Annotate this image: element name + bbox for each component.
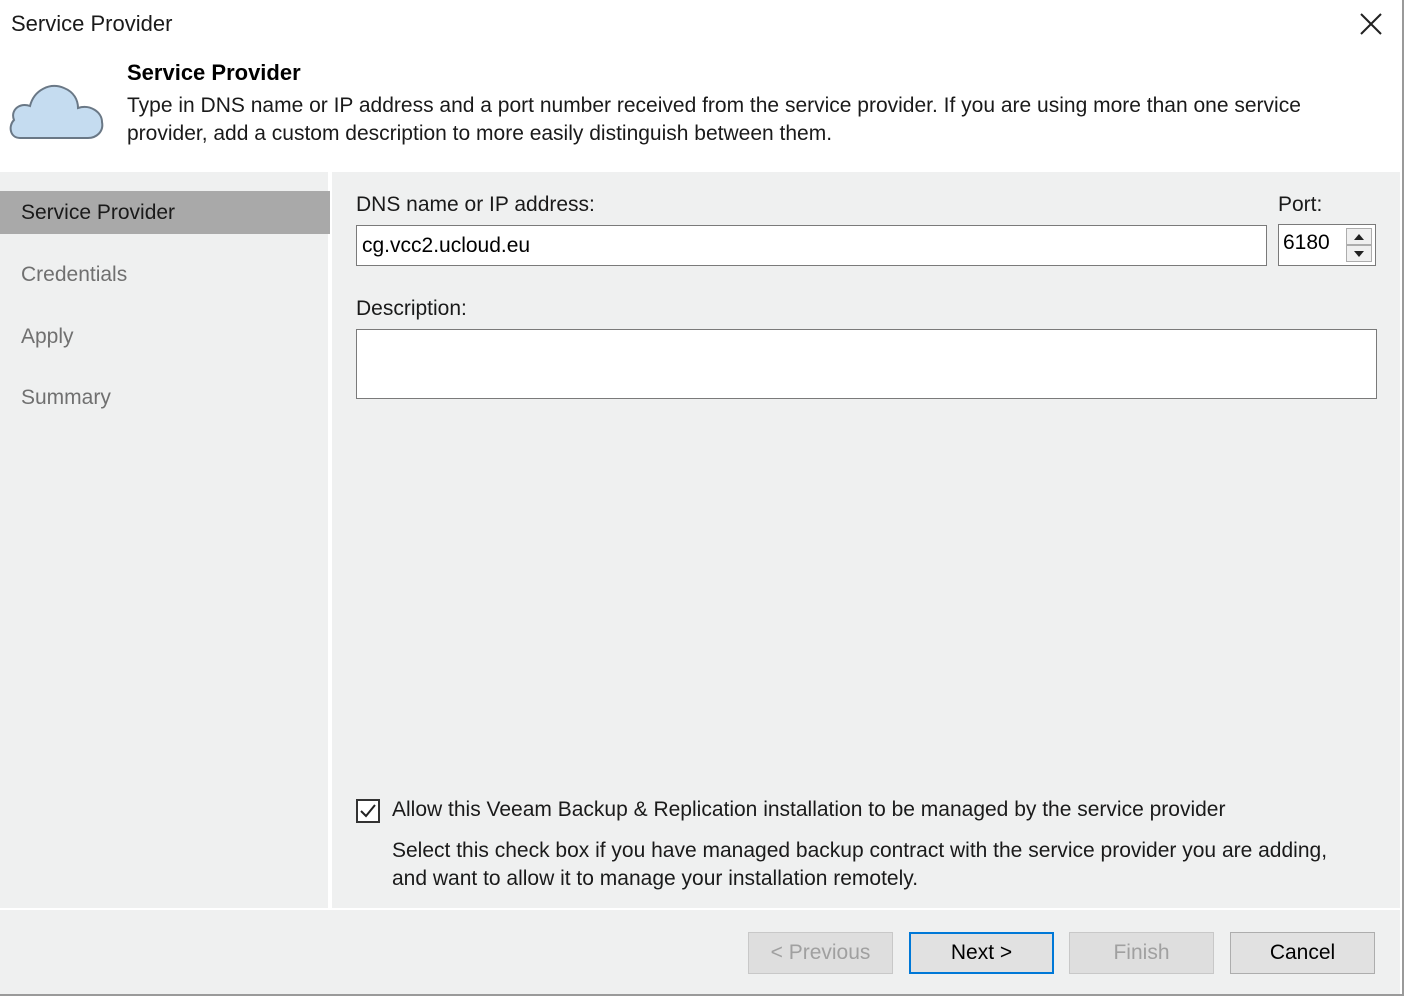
port-stepper-buttons xyxy=(1346,228,1372,262)
dns-label: DNS name or IP address: xyxy=(356,193,595,216)
close-button[interactable] xyxy=(1346,4,1396,44)
port-stepper[interactable]: 6180 xyxy=(1278,224,1376,266)
managed-help-text: Select this check box if you have manage… xyxy=(392,839,1328,890)
step-credentials[interactable]: Credentials xyxy=(0,253,330,296)
port-decrement-button[interactable] xyxy=(1346,245,1372,262)
wizard-header: Service Provider Type in DNS name or IP … xyxy=(0,48,1400,172)
checkmark-icon xyxy=(360,804,376,818)
window-title: Service Provider xyxy=(11,11,173,36)
port-increment-button[interactable] xyxy=(1346,228,1372,245)
dns-input[interactable] xyxy=(356,225,1267,266)
managed-checkbox[interactable] xyxy=(356,799,380,823)
title-bar: Service Provider xyxy=(0,0,1400,48)
next-button[interactable]: Next > xyxy=(909,932,1054,974)
service-provider-dialog: Service Provider Service Provider Type i… xyxy=(0,0,1404,996)
arrow-up-icon xyxy=(1354,233,1364,240)
step-apply[interactable]: Apply xyxy=(0,315,330,358)
managed-checkbox-label[interactable]: Allow this Veeam Backup & Replication in… xyxy=(392,798,1225,822)
description-input[interactable] xyxy=(356,329,1377,399)
cloud-icon xyxy=(9,85,104,139)
finish-button[interactable]: Finish xyxy=(1069,932,1214,974)
cancel-button[interactable]: Cancel xyxy=(1230,932,1375,974)
port-label: Port: xyxy=(1278,193,1323,216)
step-service-provider[interactable]: Service Provider xyxy=(0,191,330,234)
header-description: Type in DNS name or IP address and a por… xyxy=(127,94,1301,145)
previous-button[interactable]: < Previous xyxy=(748,932,893,974)
wizard-steps-sidebar: Service Provider Credentials Apply Summa… xyxy=(0,172,330,908)
wizard-footer: < Previous Next > Finish Cancel xyxy=(0,908,1400,994)
arrow-down-icon xyxy=(1354,250,1364,257)
wizard-content: DNS name or IP address: Port: 6180 Descr… xyxy=(332,172,1400,908)
description-label: Description: xyxy=(356,297,467,320)
step-summary[interactable]: Summary xyxy=(0,376,330,419)
header-title: Service Provider xyxy=(127,60,301,85)
close-icon xyxy=(1360,13,1382,35)
port-value[interactable]: 6180 xyxy=(1283,231,1330,255)
